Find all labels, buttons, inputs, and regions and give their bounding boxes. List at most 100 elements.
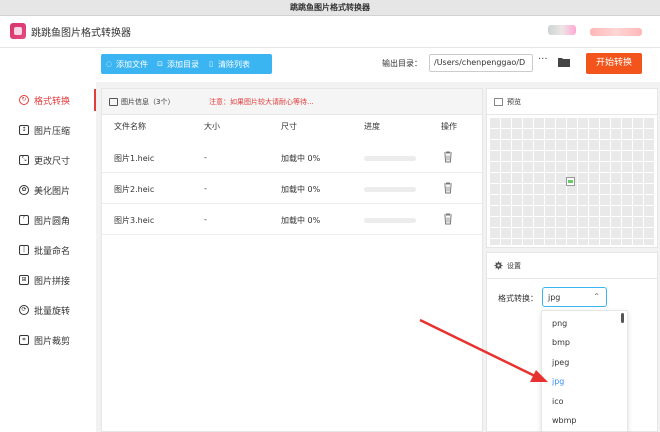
dropdown-option-ico[interactable]: ico [552, 397, 564, 406]
sidebar-item-label: 批量命名 [34, 246, 71, 257]
broken-image-icon [566, 177, 575, 186]
format-select-value: jpg [548, 293, 561, 302]
sidebar-item-format-convert[interactable]: ↻ 格式转换 [0, 85, 96, 115]
preview-header: 预览 [487, 89, 657, 115]
app-logo-icon [10, 23, 26, 39]
dropdown-option-jpeg[interactable]: jpeg [552, 358, 569, 367]
progress-bar [364, 156, 416, 161]
table-row[interactable]: 图片3.heic - 加载中 0% [102, 204, 482, 235]
progress-bar [364, 187, 416, 192]
file-info-bar: 图片信息（3个） 注意：如果图片较大请耐心等待... [102, 89, 482, 115]
sidebar-item-compress[interactable]: ↕ 图片压缩 [0, 115, 96, 145]
start-convert-button[interactable]: 开始转换 [586, 53, 642, 74]
table-row[interactable]: 图片2.heic - 加载中 0% [102, 173, 482, 204]
column-header: 大小 [204, 122, 220, 131]
column-header: 进度 [364, 122, 380, 131]
more-options-button[interactable]: ··· [538, 54, 548, 65]
sidebar-item-label: 图片拼接 [34, 276, 71, 287]
image-icon [494, 98, 503, 106]
gear-icon [494, 261, 503, 270]
output-dir-input[interactable]: /Users/chenpenggao/D [429, 54, 533, 72]
image-icon [109, 98, 118, 106]
add-directory-label: 添加目录 [167, 59, 199, 69]
file-name: 图片2.heic [114, 185, 155, 194]
preview-panel: 预览 [486, 88, 658, 248]
window-title: 跳跳鱼图片格式转换器 [290, 3, 370, 12]
file-list-panel: 图片信息（3个） 注意：如果图片较大请耐心等待... 文件名称 大小 尺寸 进度… [101, 88, 483, 432]
blurred-region [548, 25, 576, 35]
output-dir-label: 输出目录： [382, 59, 422, 68]
app-header: 跳跳鱼图片格式转换器 [0, 16, 660, 48]
file-name: 图片3.heic [114, 216, 155, 225]
add-directory-button[interactable]: ⊡ 添加目录 [152, 54, 203, 74]
clear-list-label: 清除列表 [218, 59, 250, 69]
sidebar-item-crop[interactable]: ⌗ 图片裁剪 [0, 325, 96, 355]
sidebar-item-stitch[interactable]: ⊞ 图片拼接 [0, 265, 96, 295]
preview-label: 预览 [507, 98, 521, 106]
toolbar: ◌ 添加文件 ⊡ 添加目录 ▯ 清除列表 输出目录： /Users/chenpe… [0, 48, 660, 82]
dropdown-option-jpg[interactable]: jpg [552, 377, 564, 386]
notice-text: 注意：如果图片较大请耐心等待... [209, 98, 314, 106]
settings-header: 设置 [487, 253, 657, 279]
chevron-up-icon: ⌃ [593, 292, 600, 301]
crop-icon: ⌗ [19, 335, 29, 345]
beautify-icon: ✿ [19, 185, 29, 195]
sidebar-item-round-corner[interactable]: ⌜ 图片圆角 [0, 205, 96, 235]
window-titlebar: 跳跳鱼图片格式转换器 [0, 0, 660, 16]
sidebar-item-label: 美化图片 [34, 186, 71, 197]
trash-icon[interactable] [443, 213, 453, 225]
resize-icon: ⤡ [19, 155, 29, 165]
add-file-button[interactable]: ◌ 添加文件 [101, 54, 152, 74]
settings-label: 设置 [507, 262, 521, 270]
file-dimensions: 加载中 0% [281, 185, 321, 194]
sidebar-item-rotate[interactable]: ⟳ 批量旋转 [0, 295, 96, 325]
format-dropdown: png bmp jpeg jpg ico wbmp [541, 310, 628, 432]
round-corner-icon: ⌜ [19, 215, 29, 225]
trash-icon[interactable] [443, 182, 453, 194]
rotate-icon: ⟳ [19, 305, 29, 315]
sidebar-item-label: 图片圆角 [34, 216, 71, 227]
add-folder-icon: ⊡ [157, 60, 163, 68]
progress-bar [364, 218, 416, 223]
file-actions-group: ◌ 添加文件 ⊡ 添加目录 ▯ 清除列表 [101, 54, 272, 74]
batch-rename-icon: | [19, 245, 29, 255]
sidebar-item-resize[interactable]: ⤡ 更改尺寸 [0, 145, 96, 175]
sidebar-item-batch-rename[interactable]: | 批量命名 [0, 235, 96, 265]
file-size: - [204, 215, 207, 224]
sidebar: ↻ 格式转换 ↕ 图片压缩 ⤡ 更改尺寸 ✿ 美化图片 ⌜ 图片圆角 | 批量命… [0, 82, 96, 432]
dropdown-option-png[interactable]: png [552, 319, 567, 328]
file-size: - [204, 184, 207, 193]
dropdown-option-wbmp[interactable]: wbmp [552, 416, 577, 425]
file-dimensions: 加载中 0% [281, 154, 321, 163]
sidebar-item-label: 批量旋转 [34, 306, 71, 317]
column-header: 操作 [441, 122, 457, 131]
folder-icon[interactable] [558, 57, 570, 67]
format-convert-label: 格式转换： [498, 294, 538, 303]
column-header: 文件名称 [114, 122, 146, 131]
trash-icon: ▯ [209, 60, 213, 68]
sidebar-item-label: 图片裁剪 [34, 336, 71, 347]
file-count-label: 图片信息（3个） [121, 98, 175, 106]
file-size: - [204, 153, 207, 162]
file-name: 图片1.heic [114, 154, 155, 163]
dropdown-option-bmp[interactable]: bmp [552, 338, 570, 347]
add-file-icon: ◌ [105, 60, 113, 68]
app-name: 跳跳鱼图片格式转换器 [31, 28, 131, 39]
dropdown-scrollbar[interactable] [621, 313, 624, 323]
sidebar-item-label: 图片压缩 [34, 126, 71, 137]
add-file-label: 添加文件 [116, 59, 148, 69]
format-convert-icon: ↻ [19, 95, 29, 105]
file-dimensions: 加载中 0% [281, 216, 321, 225]
clear-list-button[interactable]: ▯ 清除列表 [203, 54, 254, 74]
stitch-icon: ⊞ [19, 275, 29, 285]
table-header: 文件名称 大小 尺寸 进度 操作 [102, 121, 482, 141]
sidebar-item-label: 更改尺寸 [34, 156, 71, 167]
sidebar-item-label: 格式转换 [34, 96, 71, 107]
table-row[interactable]: 图片1.heic - 加载中 0% [102, 142, 482, 173]
sidebar-item-beautify[interactable]: ✿ 美化图片 [0, 175, 96, 205]
format-select[interactable]: jpg ⌃ [542, 287, 607, 307]
column-header: 尺寸 [281, 122, 297, 131]
compress-icon: ↕ [19, 125, 29, 135]
blurred-region [590, 28, 642, 36]
trash-icon[interactable] [443, 151, 453, 163]
